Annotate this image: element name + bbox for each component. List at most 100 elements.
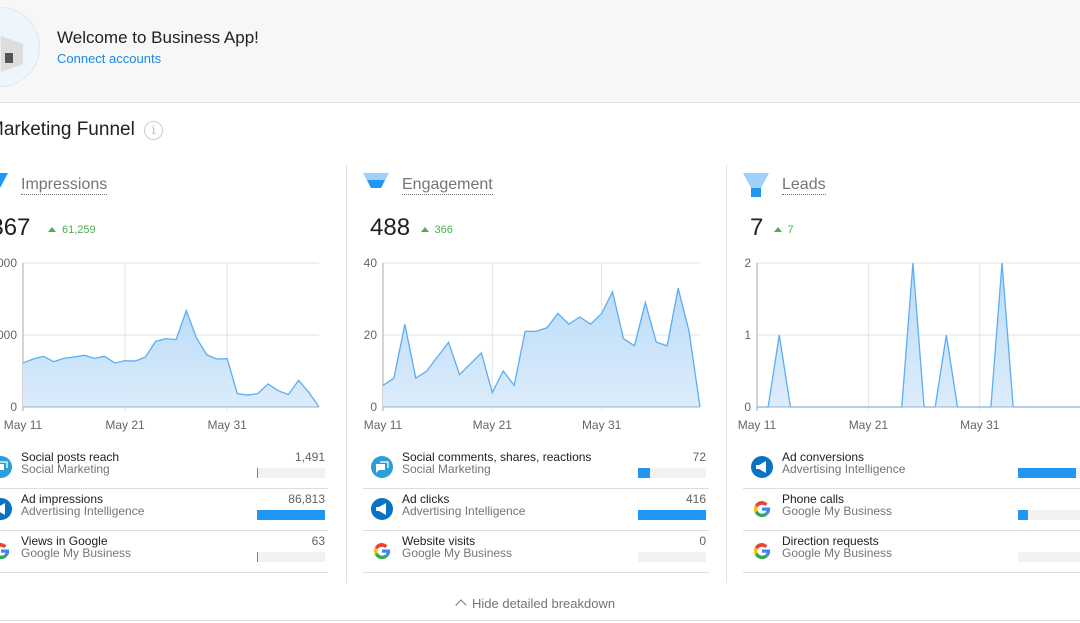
up-arrow-icon [773,227,782,232]
metric-source: Google My Business [782,504,893,518]
breakdown-row[interactable]: Social posts reach Social Marketing 1,49… [0,447,328,489]
funnel-column-impressions: Impressions 88,367 61,259 0 5,000 10,000 Ma… [0,165,345,585]
breakdown-row[interactable]: Direction requests Google My Business [743,531,1080,573]
storefront-icon [0,36,23,72]
y-tick-label: 10,000 [0,256,17,270]
info-icon[interactable]: i [144,121,163,140]
x-tick-label: May 11 [364,418,403,432]
google-icon [371,540,393,562]
area-fill [383,288,700,407]
metric-value: 72 [692,450,706,464]
chevron-up-icon [455,599,467,611]
breakdown-row[interactable]: Ad conversions Advertising Intelligence [743,447,1080,489]
x-tick-label: May 31 [960,418,1000,432]
funnel-stage-title[interactable]: Impressions [21,176,108,195]
metric-value: 416 [685,492,706,506]
metric-source: Advertising Intelligence [782,462,906,476]
funnel-icon [363,173,389,188]
google-icon [0,540,12,562]
stage-delta: 61,259 [48,224,96,236]
hide-breakdown-label: Hide detailed breakdown [472,596,616,611]
megaphone-icon [371,498,393,520]
y-tick-label: 2 [744,256,751,270]
x-tick-label: May 21 [849,418,889,432]
megaphone-icon [0,498,12,520]
metric-bar-fill [638,510,706,520]
y-tick-label: 40 [364,256,378,270]
breakdown-row[interactable]: Website visits Google My Business 0 [363,531,709,573]
breakdown-row[interactable]: Ad impressions Advertising Intelligence … [0,489,328,531]
welcome-title: Welcome to Business App! [57,28,259,47]
stage-total: 7 [750,214,764,241]
metric-bar-fill [257,510,325,520]
stage-delta: 7 [773,224,794,236]
y-tick-label: 0 [744,400,751,414]
funnel-column-leads: Leads 7 7 0 1 2 May 11 May 21 May 31 Ad conve… [726,165,1080,585]
x-tick-label: May 21 [473,418,513,432]
metric-source: Social Marketing [21,462,110,476]
section-title: Marketing Funnel [0,119,135,140]
y-tick-label: 0 [10,400,17,414]
x-tick-label: May 31 [207,418,247,432]
business-avatar [0,7,40,87]
funnel-icon [0,173,8,188]
breakdown-row[interactable]: Social comments, shares, reactions Socia… [363,447,709,489]
y-tick-label: 0 [370,400,377,414]
funnel-stage-title[interactable]: Leads [782,176,826,195]
metric-bar [1018,510,1080,520]
social-marketing-icon [371,456,393,478]
hide-breakdown-button[interactable]: Hide detailed breakdown [455,596,616,611]
metric-bar [1018,552,1080,562]
metric-bar [1018,468,1080,478]
metric-source: Google My Business [782,546,893,560]
y-tick-label: 5,000 [0,328,17,342]
metric-bar-fill [1018,468,1077,478]
metric-source: Social Marketing [402,462,491,476]
up-arrow-icon [48,227,56,232]
stage-total: 488 [370,214,411,241]
stage-chart: 0 5,000 10,000 May 11 May 21 May 31 [0,256,320,432]
divider [0,620,1080,621]
funnel-stage-title[interactable]: Engagement [402,176,493,195]
welcome-header: Welcome to Business App! Connect account… [0,0,1080,103]
metric-source: Google My Business [21,546,132,560]
metric-bar [638,510,706,520]
metric-source: Advertising Intelligence [21,504,145,518]
stage-delta: 366 [420,224,453,236]
google-icon [751,498,773,520]
metric-source: Advertising Intelligence [402,504,526,518]
x-tick-label: May 11 [4,418,43,432]
y-tick-label: 1 [744,328,751,342]
metric-bar-fill [638,468,650,478]
metric-bar [638,552,706,562]
metric-value: 63 [311,534,325,548]
x-tick-label: May 21 [105,418,145,432]
x-tick-label: May 31 [582,418,622,432]
funnel-column-engagement: Engagement 488 366 0 20 40 May 11 May 21 May … [346,165,726,585]
metric-bar [638,468,706,478]
area-fill [23,310,319,407]
metric-value: 1,491 [294,450,325,464]
x-tick-label: May 11 [738,418,777,432]
stage-chart: 0 20 40 May 11 May 21 May 31 [364,256,701,432]
social-marketing-icon [0,456,12,478]
stage-total: 88,367 [0,214,31,241]
metric-bar-fill [257,468,259,478]
metric-value: 0 [699,534,706,548]
up-arrow-icon [420,227,429,232]
metric-bar [257,552,325,562]
breakdown-row[interactable]: Phone calls Google My Business [743,489,1080,531]
connect-accounts-link[interactable]: Connect accounts [57,51,161,66]
google-icon [751,540,773,562]
stage-chart: 0 1 2 May 11 May 21 May 31 [738,256,1080,432]
metric-value: 86,813 [288,492,325,506]
y-tick-label: 20 [364,328,378,342]
metric-source: Google My Business [402,546,513,560]
megaphone-icon [751,456,773,478]
funnel-icon [743,173,769,197]
metric-bar [257,468,325,478]
metric-bar-fill [257,552,259,562]
metric-bar-fill [1018,510,1028,520]
breakdown-row[interactable]: Views in Google Google My Business 63 [0,531,328,573]
breakdown-row[interactable]: Ad clicks Advertising Intelligence 416 [363,489,709,531]
